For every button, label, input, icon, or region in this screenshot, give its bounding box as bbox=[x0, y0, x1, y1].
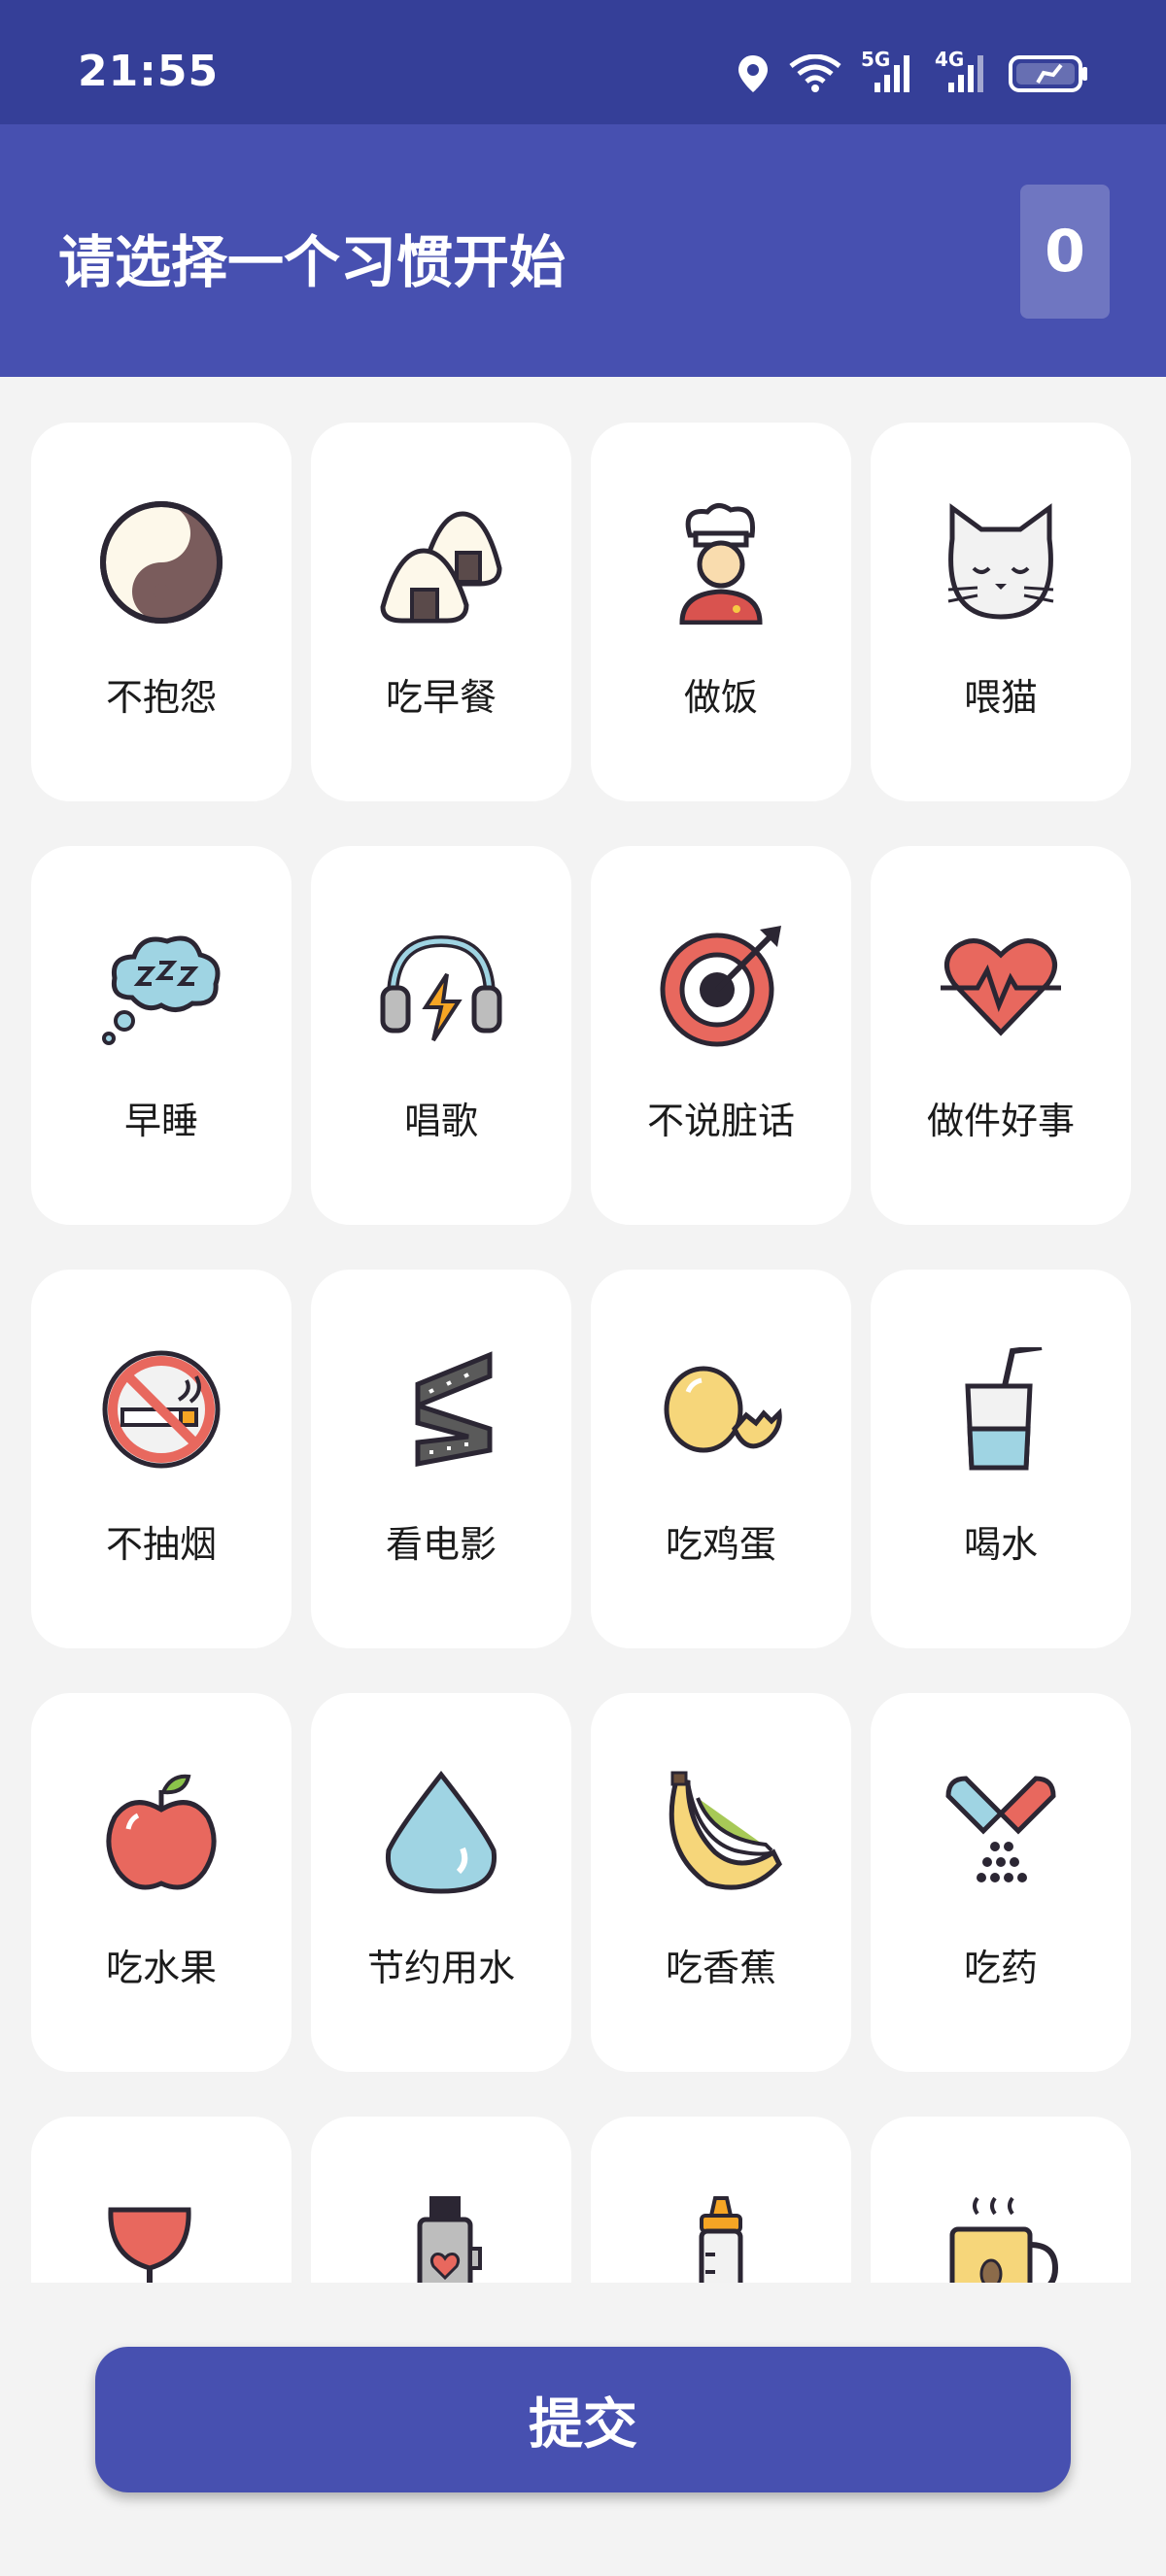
status-time: 21:55 bbox=[78, 47, 220, 96]
habit-card[interactable]: 唱歌 bbox=[311, 846, 571, 1225]
habit-card[interactable]: 不抱怨 bbox=[31, 423, 292, 801]
habit-card[interactable]: 吃鸡蛋 bbox=[591, 1270, 851, 1648]
yin-yang-icon bbox=[99, 500, 223, 625]
status-bar: 21:55 5G 4G bbox=[0, 0, 1166, 124]
habit-label: 不抱怨 bbox=[105, 676, 217, 719]
habit-card[interactable] bbox=[591, 2117, 851, 2283]
habit-label: 不说脏话 bbox=[646, 1100, 795, 1142]
battery-charging-icon bbox=[1009, 53, 1090, 94]
habit-card[interactable] bbox=[31, 2117, 292, 2283]
film-strip-icon bbox=[379, 1347, 503, 1472]
signal-5g-icon: 5G bbox=[861, 48, 915, 94]
usb-heart-icon bbox=[379, 2194, 503, 2283]
habit-card[interactable]: 早睡 bbox=[31, 846, 292, 1225]
habit-card[interactable]: 不抽烟 bbox=[31, 1270, 292, 1648]
baby-bottle-icon bbox=[659, 2194, 783, 2283]
cat-icon bbox=[939, 500, 1063, 625]
banana-icon bbox=[659, 1771, 783, 1895]
habit-label: 不抽烟 bbox=[105, 1523, 217, 1566]
wifi-icon bbox=[789, 54, 841, 93]
habit-card[interactable]: 吃早餐 bbox=[311, 423, 571, 801]
wine-glass-icon bbox=[99, 2194, 223, 2283]
habit-label: 吃水果 bbox=[105, 1947, 217, 1989]
water-drop-icon bbox=[379, 1771, 503, 1895]
rice-ball-icon bbox=[379, 500, 503, 625]
habit-label: 早睡 bbox=[123, 1100, 198, 1142]
headphones-icon bbox=[379, 924, 503, 1048]
pills-icon bbox=[939, 1771, 1063, 1895]
habit-label: 唱歌 bbox=[403, 1100, 478, 1142]
chef-icon bbox=[659, 500, 783, 625]
location-icon bbox=[737, 53, 770, 94]
sleep-bubble-icon bbox=[99, 924, 223, 1048]
habit-card[interactable]: 喝水 bbox=[871, 1270, 1131, 1648]
habit-label: 喝水 bbox=[963, 1523, 1038, 1566]
habit-card[interactable]: 做饭 bbox=[591, 423, 851, 801]
habit-label: 吃香蕉 bbox=[665, 1947, 776, 1989]
habit-label: 节约用水 bbox=[366, 1947, 515, 1989]
habit-label: 吃鸡蛋 bbox=[665, 1523, 776, 1566]
habit-label: 喂猫 bbox=[963, 676, 1038, 719]
net-5g-label: 5G bbox=[861, 48, 891, 71]
habit-label: 吃药 bbox=[963, 1947, 1038, 1989]
habit-card[interactable]: 不说脏话 bbox=[591, 846, 851, 1225]
habit-card[interactable]: 吃水果 bbox=[31, 1693, 292, 2072]
net-4g-label: 4G bbox=[935, 48, 965, 71]
habit-card[interactable]: 吃香蕉 bbox=[591, 1693, 851, 2072]
habit-label: 做件好事 bbox=[926, 1100, 1075, 1142]
habit-label: 吃早餐 bbox=[385, 676, 497, 719]
no-smoking-icon bbox=[99, 1347, 223, 1472]
signal-4g-icon: 4G bbox=[935, 48, 989, 94]
selected-count-badge: 0 bbox=[1020, 185, 1110, 319]
habit-card[interactable]: 吃药 bbox=[871, 1693, 1131, 2072]
status-icons: 5G 4G bbox=[737, 47, 1090, 101]
target-icon bbox=[659, 924, 783, 1048]
habit-grid[interactable]: 不抱怨 吃早餐 做饭 喂猫 早睡 唱歌 不说脏话 做件好事 不抽烟 看电影 吃鸡… bbox=[0, 377, 1166, 2283]
egg-icon bbox=[659, 1347, 783, 1472]
habit-label: 做饭 bbox=[683, 676, 758, 719]
apple-icon bbox=[99, 1771, 223, 1895]
page-title: 请选择一个习惯开始 bbox=[58, 229, 566, 295]
header: 请选择一个习惯开始 0 bbox=[0, 124, 1166, 377]
habit-card[interactable] bbox=[311, 2117, 571, 2283]
habit-card[interactable] bbox=[871, 2117, 1131, 2283]
submit-button[interactable]: 提交 bbox=[95, 2347, 1071, 2492]
heartbeat-icon bbox=[939, 924, 1063, 1048]
habit-card[interactable]: 看电影 bbox=[311, 1270, 571, 1648]
coffee-mug-icon bbox=[939, 2194, 1063, 2283]
habit-card[interactable]: 节约用水 bbox=[311, 1693, 571, 2072]
habit-card[interactable]: 喂猫 bbox=[871, 423, 1131, 801]
habit-card[interactable]: 做件好事 bbox=[871, 846, 1131, 1225]
habit-label: 看电影 bbox=[385, 1523, 497, 1566]
water-glass-icon bbox=[939, 1347, 1063, 1472]
